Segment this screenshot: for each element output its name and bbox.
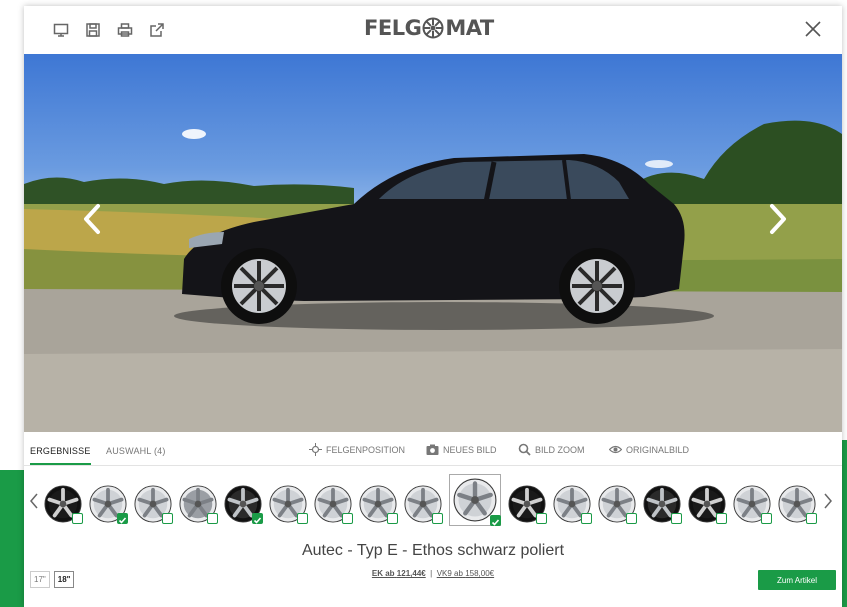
chevron-right-icon[interactable] <box>760 202 794 236</box>
monitor-icon[interactable] <box>52 21 70 39</box>
eye-icon <box>609 445 622 454</box>
rim-position-button[interactable]: FELGENPOSITION <box>309 443 405 456</box>
ek-price[interactable]: EK ab 121,44€ <box>372 569 426 578</box>
checkbox-empty-icon[interactable] <box>387 513 398 524</box>
car-preview-image <box>24 54 842 432</box>
front-wheel <box>221 248 297 324</box>
vk-price[interactable]: VK9 ab 158,00€ <box>437 569 494 578</box>
original-image-label: ORIGINALBILD <box>626 444 690 455</box>
car-scene <box>24 120 842 432</box>
checkbox-empty-icon[interactable] <box>432 513 443 524</box>
ek-label: EK ab <box>371 569 395 578</box>
checkbox-checked-icon[interactable] <box>117 513 128 524</box>
checkbox-empty-icon[interactable] <box>297 513 308 524</box>
rim-thumbnail[interactable] <box>134 485 173 524</box>
checkbox-empty-icon[interactable] <box>207 513 218 524</box>
rim-thumbnail[interactable] <box>688 485 727 524</box>
product-title: Autec - Typ E - Ethos schwarz poliert <box>301 542 565 559</box>
tab-selection[interactable]: AUSWAHL (4) <box>106 446 166 456</box>
crosshair-icon <box>309 443 322 456</box>
rim-thumbnail[interactable] <box>89 485 128 524</box>
logo-text-left: FELG <box>364 16 422 40</box>
vk-value: 158,00€ <box>465 569 495 578</box>
rim-thumbnail[interactable] <box>314 485 353 524</box>
rear-wheel <box>559 248 635 324</box>
ek-value: 121,44€ <box>396 569 426 578</box>
checkbox-empty-icon[interactable] <box>761 513 772 524</box>
size-selector: 17" 18" <box>30 571 75 588</box>
save-icon[interactable] <box>84 21 102 39</box>
checkbox-empty-icon[interactable] <box>626 513 637 524</box>
checkbox-empty-icon[interactable] <box>671 513 682 524</box>
rim-thumbnail[interactable] <box>553 485 592 524</box>
external-link-icon[interactable] <box>148 21 166 39</box>
action-bar: ERGEBNISSE AUSWAHL (4) FELGENPOSITION NE… <box>24 432 842 466</box>
close-icon[interactable] <box>802 18 824 40</box>
checkbox-empty-icon[interactable] <box>162 513 173 524</box>
rim-thumbnail[interactable] <box>269 485 308 524</box>
vk-label: VK9 ab <box>436 569 463 578</box>
checkbox-empty-icon[interactable] <box>581 513 592 524</box>
rim-thumbnail[interactable] <box>733 485 772 524</box>
header-toolbar <box>52 21 166 39</box>
configurator-modal: FELG MAT ERGEBNISSE AUSWAHL (4) FELGENPO… <box>24 6 842 607</box>
rim-thumbnail[interactable] <box>643 485 682 524</box>
logo-wheel-icon <box>422 17 444 39</box>
new-image-label: NEUES BILD <box>443 444 497 455</box>
price-line: EK ab 121,44€ | VK9 ab 158,00€ <box>24 569 842 578</box>
chevron-left-icon[interactable] <box>76 202 110 236</box>
carousel-chevron-left-icon[interactable] <box>28 491 40 511</box>
rim-thumbnail[interactable] <box>359 485 398 524</box>
tab-results[interactable]: ERGEBNISSE <box>30 446 91 465</box>
checkbox-empty-icon[interactable] <box>806 513 817 524</box>
checkbox-empty-icon[interactable] <box>716 513 727 524</box>
rim-thumbnail[interactable] <box>778 485 817 524</box>
new-image-button[interactable]: NEUES BILD <box>426 443 497 456</box>
rim-carousel <box>24 471 842 533</box>
price-separator: | <box>430 569 433 578</box>
to-article-button[interactable]: Zum Artikel <box>758 570 836 590</box>
magnifier-icon <box>518 443 531 456</box>
image-zoom-button[interactable]: BILD ZOOM <box>518 443 585 456</box>
felgomat-logo: FELG MAT <box>364 16 494 40</box>
checkbox-checked-icon[interactable] <box>252 513 263 524</box>
rim-position-label: FELGENPOSITION <box>326 444 406 455</box>
checkbox-empty-icon[interactable] <box>72 513 83 524</box>
rim-thumbnail[interactable] <box>44 485 83 524</box>
rim-thumbnail[interactable] <box>598 485 637 524</box>
size-17-button[interactable]: 17" <box>30 571 50 588</box>
image-zoom-label: BILD ZOOM <box>535 444 585 455</box>
checkbox-empty-icon[interactable] <box>536 513 547 524</box>
logo-text-right: MAT <box>445 16 494 40</box>
rim-thumbnail[interactable] <box>508 485 547 524</box>
print-icon[interactable] <box>116 21 134 39</box>
carousel-chevron-right-icon[interactable] <box>822 491 834 511</box>
rim-thumbnail[interactable] <box>449 474 501 526</box>
checkbox-checked-icon[interactable] <box>490 515 501 526</box>
rim-thumbnail[interactable] <box>404 485 443 524</box>
size-18-button[interactable]: 18" <box>53 571 75 588</box>
original-image-button[interactable]: ORIGINALBILD <box>609 443 689 456</box>
rim-thumbnail[interactable] <box>179 485 218 524</box>
camera-icon <box>426 444 439 455</box>
checkbox-empty-icon[interactable] <box>342 513 353 524</box>
rim-thumbnail[interactable] <box>224 485 263 524</box>
modal-header: FELG MAT <box>24 6 842 54</box>
